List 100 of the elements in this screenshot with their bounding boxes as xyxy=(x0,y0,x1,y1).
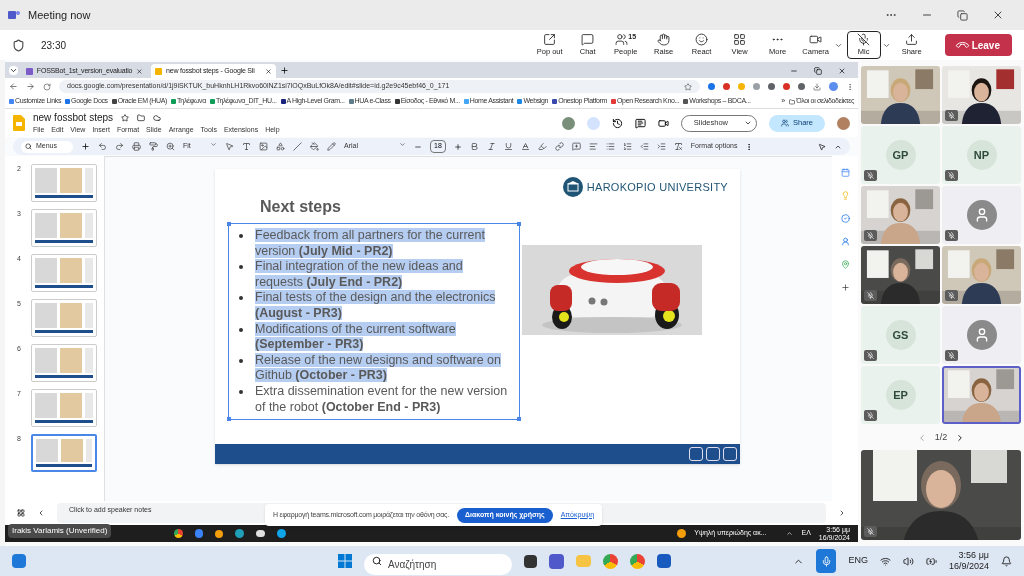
tab-search-icon[interactable] xyxy=(9,66,18,75)
participant-tile[interactable] xyxy=(942,186,1021,244)
italic-icon[interactable] xyxy=(486,142,496,151)
resize-handle[interactable] xyxy=(227,417,231,422)
extension-icon[interactable] xyxy=(768,83,775,90)
underline-icon[interactable] xyxy=(503,142,513,151)
image-icon[interactable] xyxy=(259,142,268,151)
pointer-icon[interactable] xyxy=(818,142,826,151)
bold-icon[interactable] xyxy=(469,142,479,151)
indent-decrease-icon[interactable] xyxy=(639,142,649,151)
app-icon[interactable] xyxy=(215,529,223,538)
clear-formatting-icon[interactable] xyxy=(673,142,683,151)
account-avatar[interactable] xyxy=(837,116,850,130)
slide-thumbnail[interactable] xyxy=(31,344,97,382)
slide-thumbnail[interactable] xyxy=(31,164,97,202)
slide-thumbnail[interactable] xyxy=(31,209,97,247)
tasks-icon[interactable] xyxy=(840,214,850,223)
teams-icon[interactable] xyxy=(549,553,564,569)
bulleted-list-icon[interactable] xyxy=(605,142,615,151)
print-icon[interactable] xyxy=(132,142,141,151)
resize-handle[interactable] xyxy=(517,222,521,226)
star-icon[interactable] xyxy=(121,113,130,122)
expand-icon[interactable] xyxy=(838,509,846,517)
redo-icon[interactable] xyxy=(115,142,124,151)
close-icon[interactable] xyxy=(265,67,272,75)
language-indicator[interactable]: ENG xyxy=(848,554,868,568)
tray-icon[interactable] xyxy=(786,530,794,537)
participant-tile[interactable]: EP xyxy=(861,366,940,424)
word-icon[interactable] xyxy=(657,554,671,568)
volume-icon[interactable] xyxy=(902,555,914,567)
increase-size-icon[interactable] xyxy=(453,142,462,151)
restore-icon[interactable] xyxy=(957,9,968,21)
wifi-icon[interactable] xyxy=(879,555,891,567)
task-view-icon[interactable] xyxy=(524,554,537,568)
close-icon[interactable] xyxy=(838,67,846,75)
text-box[interactable] xyxy=(228,223,520,421)
folder-icon[interactable] xyxy=(137,113,146,122)
resize-handle[interactable] xyxy=(227,222,231,226)
star-icon[interactable] xyxy=(684,82,692,91)
extension-icon[interactable] xyxy=(708,83,715,90)
slide-thumbnail[interactable] xyxy=(31,299,97,337)
grid-view-icon[interactable] xyxy=(17,509,25,517)
history-icon[interactable] xyxy=(611,117,623,129)
notifications-icon[interactable] xyxy=(1001,555,1012,567)
document-title[interactable]: new fossbot steps xyxy=(33,110,114,126)
zoom-icon[interactable] xyxy=(166,142,175,151)
undo-icon[interactable] xyxy=(98,142,107,151)
line-icon[interactable] xyxy=(293,142,302,151)
extension-icon[interactable] xyxy=(723,83,730,90)
battery-icon[interactable] xyxy=(925,555,937,567)
text-color-icon[interactable] xyxy=(520,142,530,151)
cloud-icon[interactable] xyxy=(153,113,162,122)
participant-tile[interactable]: GP xyxy=(861,126,940,184)
link-icon[interactable] xyxy=(554,142,564,151)
shapes-icon[interactable] xyxy=(276,142,285,151)
widgets-icon[interactable] xyxy=(12,554,26,568)
fill-icon[interactable] xyxy=(310,142,319,151)
profile-avatar[interactable] xyxy=(829,82,838,91)
forward-icon[interactable] xyxy=(26,82,35,91)
pen-icon[interactable] xyxy=(327,142,336,151)
numbered-list-icon[interactable] xyxy=(622,142,632,151)
meet-icon[interactable] xyxy=(657,117,669,129)
highlight-icon[interactable] xyxy=(537,142,547,151)
extension-icon[interactable] xyxy=(783,83,790,90)
edge-icon[interactable] xyxy=(235,529,244,538)
close-icon[interactable] xyxy=(136,67,143,75)
new-tab-icon[interactable] xyxy=(280,66,289,75)
comments-icon[interactable] xyxy=(634,117,646,129)
user-avatar[interactable] xyxy=(561,116,575,130)
participant-tile[interactable] xyxy=(942,306,1021,364)
resize-handle[interactable] xyxy=(517,417,521,422)
search-field[interactable]: Αναζήτηση xyxy=(364,553,512,575)
add-icon[interactable] xyxy=(840,283,850,292)
slide-thumbnail[interactable] xyxy=(31,434,97,472)
collapse-icon[interactable] xyxy=(37,509,45,517)
chrome-icon[interactable] xyxy=(174,529,183,538)
text-box-icon[interactable] xyxy=(242,142,251,151)
align-icon[interactable] xyxy=(588,142,598,151)
app-icon[interactable] xyxy=(256,530,265,537)
caret-icon[interactable] xyxy=(744,119,752,127)
extension-icon[interactable] xyxy=(753,83,760,90)
calendar-icon[interactable] xyxy=(840,168,850,177)
slide-thumbnail[interactable] xyxy=(31,254,97,292)
participant-tile[interactable]: GS xyxy=(861,306,940,364)
pointer-icon[interactable] xyxy=(225,142,234,151)
contacts-icon[interactable] xyxy=(840,237,850,246)
leave-button[interactable]: Leave xyxy=(944,34,1012,56)
restore-icon[interactable] xyxy=(814,67,822,75)
back-icon[interactable] xyxy=(9,82,18,91)
microphone-button[interactable] xyxy=(816,549,837,573)
close-icon[interactable] xyxy=(992,9,1004,21)
paint-format-icon[interactable] xyxy=(149,142,158,151)
new-slide-icon[interactable] xyxy=(81,142,90,151)
skype-icon[interactable] xyxy=(277,529,286,538)
menu-icon[interactable] xyxy=(846,82,854,91)
comment-icon[interactable] xyxy=(571,142,581,151)
slide-thumbnail[interactable] xyxy=(31,389,97,427)
reload-icon[interactable] xyxy=(43,82,51,91)
clock[interactable]: 3:56 μμ 16/9/2024 xyxy=(948,550,989,572)
download-icon[interactable] xyxy=(813,82,821,91)
